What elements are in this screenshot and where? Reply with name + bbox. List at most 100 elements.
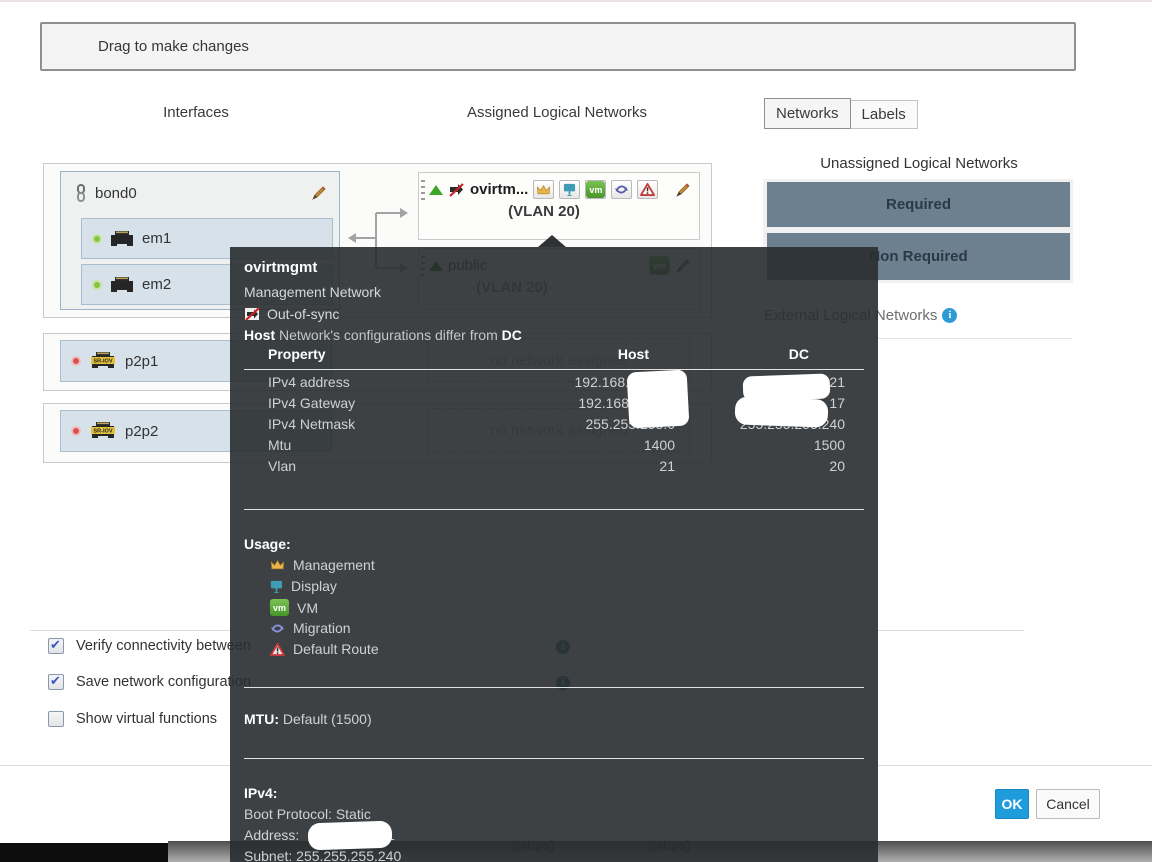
ovirtmgmt-edit-pencil-icon[interactable] <box>675 182 691 198</box>
migration-icon <box>270 621 285 636</box>
address-label: Address: <box>244 827 299 843</box>
page-background-black-bar <box>0 843 168 862</box>
host-cell: 21 <box>454 458 675 474</box>
ovirtmgmt-vlan-label: (VLAN 20) <box>479 203 609 220</box>
out-of-sync-icon <box>448 182 465 198</box>
diff-dc-word: DC <box>502 327 522 343</box>
save-network-config-checkbox[interactable] <box>48 674 64 690</box>
required-networks-bar[interactable]: Required <box>767 182 1070 227</box>
usage-item-migration: Migration <box>270 620 351 636</box>
tooltip-separator <box>244 509 864 510</box>
show-virtual-functions-label: Show virtual functions <box>76 711 217 727</box>
property-cell: IPv4 Netmask <box>244 416 454 432</box>
management-crown-icon <box>270 559 285 571</box>
host-cell: 192.168. <box>575 374 630 390</box>
col-dc: DC <box>675 346 845 362</box>
network-details-tooltip: ovirtmgmt Management Network Out-of-sync… <box>230 247 878 862</box>
unassigned-networks-title: Unassigned Logical Networks <box>779 155 1059 172</box>
p2p1-sriov-nic-icon: SR-IOV <box>88 351 118 371</box>
display-icon <box>270 580 283 593</box>
usage-display-icon <box>559 180 580 199</box>
usage-migration-icon <box>611 180 632 199</box>
table-row-vlan: Vlan 21 20 <box>244 458 864 474</box>
network-up-triangle-icon <box>429 185 443 195</box>
em1-status-up-icon <box>92 234 102 244</box>
usage-label: Management <box>293 557 375 573</box>
usage-vm-icon: vm <box>585 180 606 199</box>
p2p1-label: p2p1 <box>125 353 158 370</box>
property-cell: IPv4 address <box>244 374 454 390</box>
usage-heading: Usage: <box>244 536 291 552</box>
ovirtmgmt-row: ovirtm... vm <box>419 173 699 199</box>
usage-label: Migration <box>293 620 351 636</box>
verify-connectivity-checkbox[interactable] <box>48 638 64 654</box>
ipv4-heading: IPv4: <box>244 785 277 801</box>
usage-label: VM <box>297 600 318 616</box>
usage-item-vm: vm VM <box>270 599 318 616</box>
em1-nic-icon <box>109 230 135 248</box>
svg-text:SR-IOV: SR-IOV <box>93 359 113 365</box>
setup-host-networks-dialog: Drag to make changes Interfaces Assigned… <box>0 0 1152 862</box>
dc-cell: 1500 <box>675 437 845 453</box>
tooltip-arrow <box>538 235 566 247</box>
subnet-line: Subnet: 255.255.255.240 <box>244 848 401 862</box>
tooltip-table-header: Property Host DC <box>244 346 864 362</box>
property-cell: Mtu <box>244 437 454 453</box>
svg-text:SR-IOV: SR-IOV <box>93 429 113 435</box>
em1-label: em1 <box>142 230 171 247</box>
right-panel-tabs: Networks Labels <box>764 98 918 129</box>
mtu-value: Default (1500) <box>279 711 372 727</box>
usage-item-default-route: Default Route <box>270 641 379 657</box>
assigned-networks-heading: Assigned Logical Networks <box>437 104 677 121</box>
em2-label: em2 <box>142 276 171 293</box>
bond0-label: bond0 <box>95 185 137 202</box>
mtu-label: MTU: <box>244 711 279 727</box>
col-property: Property <box>244 346 454 362</box>
diff-mid-text: Network's configurations differ from <box>275 327 502 343</box>
host-cell: 1400 <box>454 437 675 453</box>
mtu-line: MTU: Default (1500) <box>244 711 372 727</box>
ok-button[interactable]: OK <box>995 789 1029 819</box>
tab-labels[interactable]: Labels <box>851 100 918 129</box>
network-ovirtmgmt-box[interactable]: ovirtm... vm <box>418 172 700 240</box>
show-virtual-functions-row: Show virtual functions <box>48 711 217 727</box>
bond0-edit-pencil-icon[interactable] <box>311 185 327 201</box>
bond0-header: bond0 <box>61 172 339 214</box>
external-networks-info-icon[interactable]: i <box>942 308 957 323</box>
drag-grip-icon <box>421 180 425 202</box>
tooltip-diff-line: Host Network's configurations differ fro… <box>244 327 522 343</box>
out-of-sync-label: Out-of-sync <box>267 306 339 322</box>
cancel-button[interactable]: Cancel <box>1036 789 1100 819</box>
tooltip-network-role: Management Network <box>244 284 381 300</box>
redaction-blob <box>627 369 690 428</box>
tooltip-sync-row: Out-of-sync <box>244 306 339 322</box>
property-cell: IPv4 Gateway <box>244 395 454 411</box>
col-host: Host <box>454 346 675 362</box>
usage-management-crown-icon <box>533 180 554 199</box>
usage-label: Default Route <box>293 641 379 657</box>
p2p2-status-down-icon <box>71 426 81 436</box>
property-cell: Vlan <box>244 458 454 474</box>
usage-item-management: Management <box>270 557 375 573</box>
p2p1-status-down-icon <box>71 356 81 366</box>
em2-nic-icon <box>109 276 135 294</box>
tooltip-separator <box>244 758 864 759</box>
table-row-mtu: Mtu 1400 1500 <box>244 437 864 453</box>
dc-cell: 20 <box>675 458 845 474</box>
default-route-warning-icon <box>270 643 285 656</box>
diff-host-word: Host <box>244 327 275 343</box>
usage-default-route-icon <box>637 180 658 199</box>
vm-icon: vm <box>270 599 289 616</box>
out-of-sync-icon <box>244 306 261 322</box>
em2-status-up-icon <box>92 280 102 290</box>
drag-hint-banner: Drag to make changes <box>40 22 1076 71</box>
host-cell: 192.168 <box>578 395 629 411</box>
redaction-blob <box>735 396 829 427</box>
p2p2-label: p2p2 <box>125 423 158 440</box>
save-network-config-row: Save network configuration <box>48 674 251 690</box>
redaction-blob <box>308 821 393 851</box>
verify-connectivity-row: Verify connectivity between <box>48 638 251 654</box>
top-strip <box>0 0 1152 2</box>
tab-networks[interactable]: Networks <box>764 98 851 129</box>
show-virtual-functions-checkbox[interactable] <box>48 711 64 727</box>
